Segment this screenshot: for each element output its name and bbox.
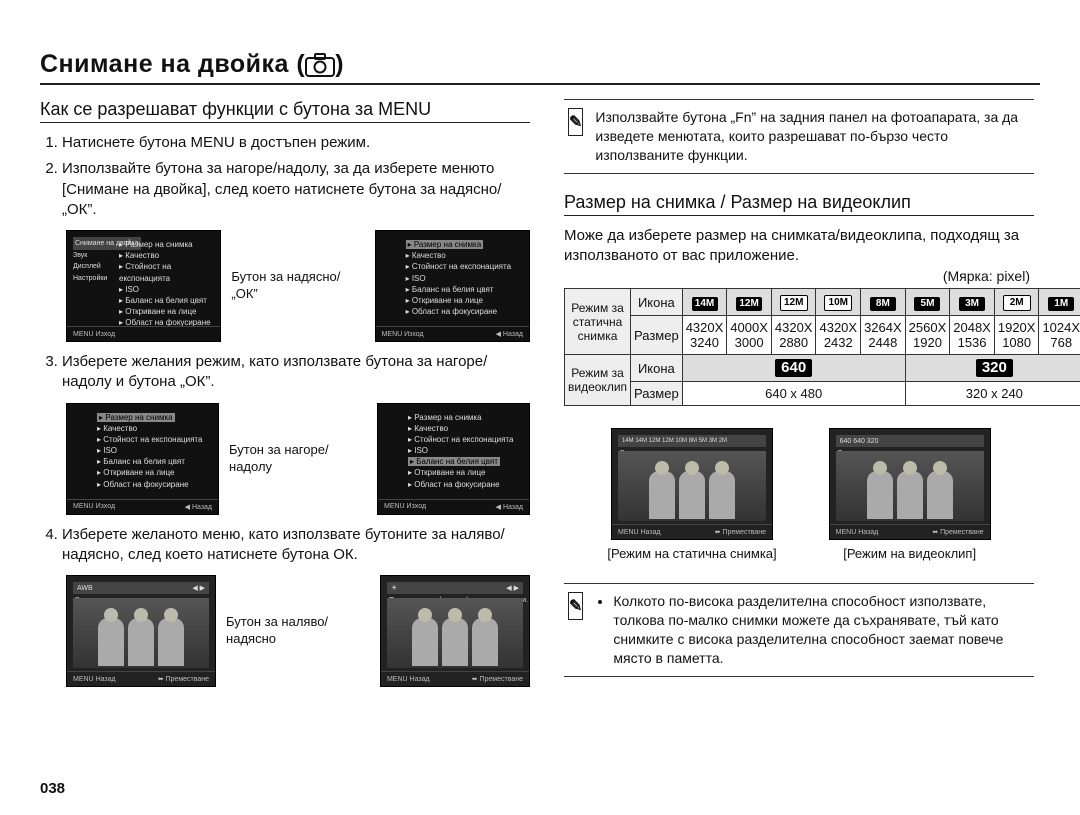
note-resolution-text: Колкото по-висока разделителна способнос… bbox=[595, 592, 1030, 668]
right-column: ✎ Използвайте бутона „Fn” на задния пане… bbox=[564, 99, 1034, 697]
caption-up-down: Бутон за нагоре/ надолу bbox=[229, 442, 367, 476]
title-close: ) bbox=[335, 50, 344, 79]
step-4: Изберете желаното меню, като използвате … bbox=[62, 525, 530, 566]
step-2: Използвайте бутона за нагоре/надолу, за … bbox=[62, 159, 530, 220]
caption-left-right: Бутон за наляво/ надясно bbox=[226, 614, 370, 648]
page-title: Снимане на двойка ( ) bbox=[40, 50, 1040, 79]
sub-size: Размер bbox=[631, 316, 683, 355]
note-resolution: ✎ Колкото по-висока разделителна способн… bbox=[564, 583, 1034, 677]
title-rule bbox=[40, 83, 1040, 85]
pencil-note-icon-2: ✎ bbox=[568, 592, 583, 620]
page-number: 038 bbox=[40, 780, 65, 797]
still-preview: 14M 14M 12M 12M 10M 8M 5M 3M 2M Размер н… bbox=[611, 428, 773, 540]
steps-list-3: Изберете желаното меню, като използвате … bbox=[40, 525, 530, 566]
caption-right-ok: Бутон за надясно/ „ОК” bbox=[231, 269, 364, 303]
section-rule-2 bbox=[564, 215, 1034, 216]
step-3: Изберете желания режим, като използвате … bbox=[62, 352, 530, 393]
preview-screenshot-1: AWB◀ ▶ Регулиране на цветовете при разли… bbox=[66, 575, 216, 687]
screenshots-row-2: ▸ Размер на снимка ▸ Качество ▸ Стойност… bbox=[66, 403, 530, 515]
menu-screenshot-1: Снимане на двойка Звук Дисплей Настройки… bbox=[66, 230, 221, 342]
sub-icon: Икона bbox=[631, 289, 683, 316]
note-fn: ✎ Използвайте бутона „Fn” на задния пане… bbox=[564, 99, 1034, 174]
menu-screenshot-2: ▸ Размер на снимка ▸ Качество ▸ Стойност… bbox=[375, 230, 530, 342]
menu-screenshot-3: ▸ Размер на снимка ▸ Качество ▸ Стойност… bbox=[66, 403, 219, 515]
screenshots-row-3: AWB◀ ▶ Регулиране на цветовете при разли… bbox=[66, 575, 530, 687]
right-body: Може да изберете размер на снимката/виде… bbox=[564, 226, 1034, 267]
steps-list: Натиснете бутона MENU в достъпен режим. … bbox=[40, 133, 530, 220]
left-heading: Как се разрешават функции с бутона за ME… bbox=[40, 99, 530, 120]
size-table: Режим за статична снимка Икона 14M 12M 1… bbox=[564, 288, 1080, 406]
row-head-video: Режим за видеоклип bbox=[565, 355, 631, 406]
unit-label: (Мярка: pixel) bbox=[564, 268, 1030, 284]
manual-page: Снимане на двойка ( ) Как се разрешават … bbox=[0, 0, 1080, 815]
preview-row: 14M 14M 12M 12M 10M 8M 5M 3M 2M Размер н… bbox=[564, 428, 1034, 561]
title-text: Снимане на двойка ( bbox=[40, 50, 305, 79]
pencil-note-icon: ✎ bbox=[568, 108, 583, 136]
menu-screenshot-4: ▸ Размер на снимка ▸ Качество ▸ Стойност… bbox=[377, 403, 530, 515]
preview-screenshot-2: ☀◀ ▶ Подходящо за фотографиране в ясни д… bbox=[380, 575, 530, 687]
camera-icon bbox=[305, 53, 335, 77]
still-caption: [Режим на статична снимка] bbox=[607, 546, 776, 561]
note-fn-text: Използвайте бутона „Fn” на задния панел … bbox=[595, 108, 1030, 165]
video-preview: 640 640 320 Размер на видеоклип Задаване… bbox=[829, 428, 991, 540]
video-caption: [Режим на видеоклип] bbox=[843, 546, 976, 561]
left-column: Как се разрешават функции с бутона за ME… bbox=[40, 99, 530, 697]
screenshots-row-1: Снимане на двойка Звук Дисплей Настройки… bbox=[66, 230, 530, 342]
section-rule bbox=[40, 122, 530, 123]
steps-list-2: Изберете желания режим, като използвате … bbox=[40, 352, 530, 393]
row-head-still: Режим за статична снимка bbox=[565, 289, 631, 355]
step-1: Натиснете бутона MENU в достъпен режим. bbox=[62, 133, 530, 153]
right-heading: Размер на снимка / Размер на видеоклип bbox=[564, 192, 1034, 213]
